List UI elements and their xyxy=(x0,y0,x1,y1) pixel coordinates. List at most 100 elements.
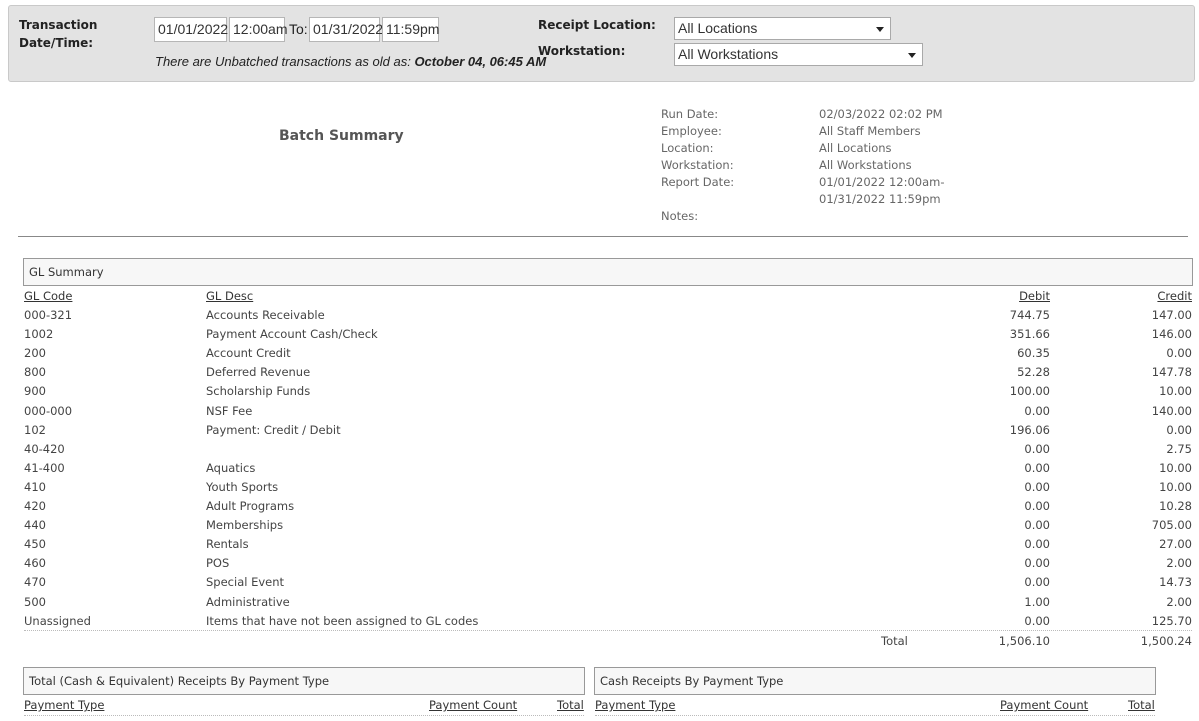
total-receipts-total-header[interactable]: Total xyxy=(557,698,584,712)
cash-receipts-payment-count-header[interactable]: Payment Count xyxy=(1000,698,1088,712)
debit-cell: 0.00 xyxy=(1024,441,1050,456)
workstation-meta-label: Workstation: xyxy=(661,158,734,172)
debit-cell: 0.00 xyxy=(1024,499,1050,513)
credit-cell: 2.00 xyxy=(1166,556,1192,571)
gl-code-cell: 40-420 xyxy=(24,441,65,456)
debit-cell: 0.00 xyxy=(1024,575,1050,590)
location-value: All Locations xyxy=(819,141,892,155)
gl-desc-cell: Rentals xyxy=(206,537,249,552)
gl-desc-cell: Scholarship Funds xyxy=(206,384,311,399)
debit-cell: 196.06 xyxy=(1009,422,1050,437)
table-row: 800 Deferred Revenue 52.28 147.78 xyxy=(24,363,1192,382)
gl-code-cell: 1002 xyxy=(24,327,54,342)
gl-code-cell: 460 xyxy=(24,556,46,571)
receipt-location-select[interactable]: All Locations xyxy=(674,17,891,40)
total-receipts-heading: Total (Cash & Equivalent) Receipts By Pa… xyxy=(23,667,585,695)
workstation-meta-value: All Workstations xyxy=(819,158,912,172)
cash-receipts-divider xyxy=(595,715,1155,716)
workstation-value: All Workstations xyxy=(678,46,779,62)
gl-desc-cell: Aquatics xyxy=(206,460,256,475)
table-row: 900 Scholarship Funds 100.00 10.00 xyxy=(24,382,1192,401)
debit-cell: 60.35 xyxy=(1017,346,1050,361)
debit-column-header[interactable]: Debit xyxy=(1019,289,1050,303)
report-date-value-line2: 01/31/2022 11:59pm xyxy=(819,192,941,206)
credit-cell: 2.75 xyxy=(1166,441,1192,456)
debit-cell: 0.00 xyxy=(1024,556,1050,571)
debit-cell: 1.00 xyxy=(1024,594,1050,609)
debit-cell: 52.28 xyxy=(1017,365,1050,380)
unbatched-notice: There are Unbatched transactions as old … xyxy=(155,54,546,69)
end-time-input[interactable]: 11:59pm xyxy=(382,17,439,42)
table-row: 200 Account Credit 60.35 0.00 xyxy=(24,344,1192,363)
filter-bar: Transaction Date/Time: 01/01/2022 12:00a… xyxy=(8,5,1195,82)
gl-desc-cell: Payment: Credit / Debit xyxy=(206,422,341,437)
cash-receipts-payment-type-header[interactable]: Payment Type xyxy=(595,698,675,712)
debit-cell: 0.00 xyxy=(1024,403,1050,418)
table-row: 102 Payment: Credit / Debit 196.06 0.00 xyxy=(24,421,1192,440)
debit-cell: 0.00 xyxy=(1024,537,1050,552)
table-row: 450 Rentals 0.00 27.00 xyxy=(24,535,1192,554)
gl-desc-cell: Accounts Receivable xyxy=(206,308,325,322)
debit-cell: 0.00 xyxy=(1024,518,1050,533)
gl-desc-cell: Deferred Revenue xyxy=(206,365,311,380)
meta-labels: Run Date: Employee: Location: Workstatio… xyxy=(661,106,734,225)
receipt-location-value: All Locations xyxy=(678,20,758,36)
meta-values: 02/03/2022 02:02 PM All Staff Members Al… xyxy=(819,106,944,208)
date-label-line2: Date/Time: xyxy=(19,36,94,50)
credit-column-header[interactable]: Credit xyxy=(1157,289,1192,303)
credit-cell: 0.00 xyxy=(1166,346,1192,361)
credit-cell: 0.00 xyxy=(1166,422,1192,437)
credit-cell: 10.00 xyxy=(1159,384,1192,399)
gl-code-cell: 900 xyxy=(24,384,46,399)
credit-cell: 147.78 xyxy=(1151,365,1192,380)
gl-desc-cell: Adult Programs xyxy=(206,499,295,513)
gl-desc-cell: NSF Fee xyxy=(206,403,253,418)
table-row: 41-400 Aquatics 0.00 10.00 xyxy=(24,459,1192,478)
unbatched-date: October 04, 06:45 AM xyxy=(414,54,547,69)
gl-desc-column-header[interactable]: GL Desc xyxy=(206,289,253,303)
header-divider xyxy=(18,236,1188,237)
credit-cell: 27.00 xyxy=(1159,537,1192,552)
gl-desc-cell: Special Event xyxy=(206,575,285,590)
debit-cell: 100.00 xyxy=(1009,384,1050,399)
total-receipts-payment-type-header[interactable]: Payment Type xyxy=(24,698,104,712)
gl-desc-cell: Youth Sports xyxy=(206,479,279,494)
debit-cell: 0.00 xyxy=(1024,479,1050,494)
debit-cell: 0.00 xyxy=(1024,460,1050,475)
gl-code-cell: 420 xyxy=(24,499,46,513)
table-row: 500 Administrative 1.00 2.00 xyxy=(24,593,1192,612)
cash-receipts-total-header[interactable]: Total xyxy=(1128,698,1155,712)
credit-cell: 147.00 xyxy=(1151,308,1192,322)
start-date-input[interactable]: 01/01/2022 xyxy=(154,17,228,42)
gl-desc-cell: Administrative xyxy=(206,594,290,609)
report-date-label: Report Date: xyxy=(661,175,735,189)
total-receipts-divider xyxy=(24,715,584,716)
table-row: 410 Youth Sports 0.00 10.00 xyxy=(24,478,1192,497)
table-row: 440 Memberships 0.00 705.00 xyxy=(24,516,1192,535)
table-row: 420 Adult Programs 0.00 10.28 xyxy=(24,497,1192,516)
end-date-input[interactable]: 01/31/2022 xyxy=(309,17,383,42)
gl-code-cell: 450 xyxy=(24,537,46,552)
table-row: 000-000 NSF Fee 0.00 140.00 xyxy=(24,402,1192,421)
gl-code-cell: Unassigned xyxy=(24,613,91,628)
notes-label: Notes: xyxy=(661,209,699,223)
workstation-label: Workstation: xyxy=(538,44,626,58)
gl-code-cell: 500 xyxy=(24,594,46,609)
debit-cell: 351.66 xyxy=(1009,327,1050,342)
table-row: 470 Special Event 0.00 14.73 xyxy=(24,573,1192,592)
total-debit: 1,506.10 xyxy=(998,634,1050,648)
gl-desc-cell: Items that have not been assigned to GL … xyxy=(206,613,479,628)
cash-receipts-heading: Cash Receipts By Payment Type xyxy=(594,667,1156,695)
debit-cell: 744.75 xyxy=(1009,308,1050,322)
chevron-down-icon xyxy=(876,27,884,32)
unbatched-prefix: There are Unbatched transactions as old … xyxy=(155,54,415,69)
gl-code-column-header[interactable]: GL Code xyxy=(24,289,72,303)
gl-code-cell: 440 xyxy=(24,518,46,533)
gl-desc-cell: Payment Account Cash/Check xyxy=(206,327,378,342)
start-time-input[interactable]: 12:00am xyxy=(229,17,287,42)
workstation-select[interactable]: All Workstations xyxy=(674,43,923,66)
total-credit: 1,500.24 xyxy=(1140,634,1192,648)
table-row: Unassigned Items that have not been assig… xyxy=(24,612,1192,631)
total-divider xyxy=(24,630,1192,631)
total-receipts-payment-count-header[interactable]: Payment Count xyxy=(429,698,517,712)
